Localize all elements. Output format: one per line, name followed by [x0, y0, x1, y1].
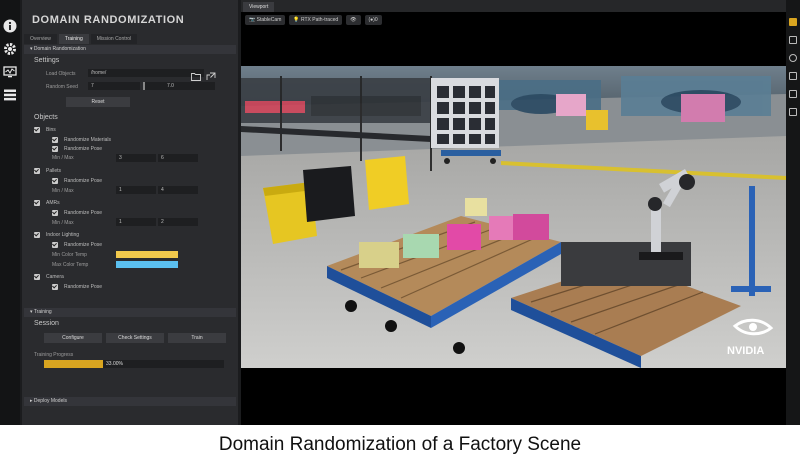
pallets-randomize-pose-label: Randomize Pose: [64, 178, 103, 184]
min-color-temp-label: Min Color Temp: [52, 252, 87, 258]
move-tool-icon[interactable]: [789, 36, 797, 44]
indoor-lighting-label: Indoor Lighting: [46, 232, 80, 238]
amrs-randomize-pose-checkbox[interactable]: [52, 210, 58, 216]
magnet-tool-icon[interactable]: [789, 108, 797, 116]
yellow-bin-right: [365, 156, 409, 210]
bins-minmax-label: Min / Max: [52, 155, 74, 161]
pallets-min-input[interactable]: 1: [116, 186, 156, 194]
training-section-label: Training: [33, 309, 52, 315]
bins-checkbox[interactable]: [34, 127, 40, 133]
gear-icon[interactable]: [2, 41, 18, 57]
pallets-randomize-pose-checkbox[interactable]: [52, 178, 58, 184]
section-header-domain-randomization[interactable]: ▾ Domain Randomization: [24, 45, 236, 54]
pallets-label: Pallets: [46, 168, 62, 174]
bins-min-input[interactable]: 3: [116, 154, 156, 162]
random-seed-slider[interactable]: 7.0: [143, 82, 215, 90]
min-color-temp-swatch[interactable]: [116, 251, 178, 258]
tab-mission-control[interactable]: Mission Control: [90, 34, 138, 44]
check-settings-button[interactable]: Check Settings: [106, 333, 164, 343]
random-seed-label: Random Seed: [46, 84, 78, 90]
section-header-training[interactable]: ▾ Training: [24, 308, 236, 317]
info-icon[interactable]: [2, 18, 18, 34]
camera-randomize-pose-label: Randomize Pose: [64, 284, 103, 290]
app-screenshot: DOMAIN RANDOMIZATION Overview Training M…: [0, 0, 800, 425]
render-mode-label: RTX Path-traced: [300, 17, 339, 23]
monitor-icon[interactable]: [2, 64, 18, 80]
training-progress-text: 33.00%: [106, 361, 123, 367]
amrs-min-input[interactable]: 1: [116, 218, 156, 226]
rotate-tool-icon[interactable]: [789, 54, 797, 62]
pallets-checkbox[interactable]: [34, 168, 40, 174]
load-objects-input[interactable]: /home/: [88, 69, 204, 77]
pallets-minmax-label: Min / Max: [52, 188, 74, 194]
lighting-randomize-pose-label: Randomize Pose: [64, 242, 103, 248]
camera-randomize-pose-checkbox[interactable]: [52, 284, 58, 290]
amrs-max-input[interactable]: 2: [158, 218, 198, 226]
audio-toggle[interactable]: (●)0: [364, 15, 382, 25]
bins-label: Bins: [46, 127, 56, 133]
amrs-randomize-pose-label: Randomize Pose: [64, 210, 103, 216]
max-color-temp-label: Max Color Temp: [52, 262, 89, 268]
black-bin: [303, 166, 355, 222]
list-icon[interactable]: [2, 87, 18, 103]
panel-tabs: Overview Training Mission Control: [24, 34, 138, 44]
random-seed-input[interactable]: 7: [88, 82, 140, 90]
open-external-icon[interactable]: [206, 68, 216, 80]
eye-icon: 👁: [350, 17, 357, 23]
deploy-section-label: Deploy Models: [33, 398, 67, 404]
bins-randomize-pose-label: Randomize Pose: [64, 146, 103, 152]
training-progress-label: Training Progress: [34, 352, 74, 358]
scale-tool-icon[interactable]: [789, 72, 797, 80]
bins-randomize-materials-label: Randomize Materials: [64, 137, 111, 143]
factory-scene-render[interactable]: NVIDIA: [241, 66, 786, 368]
right-tool-rail: [786, 0, 800, 425]
train-button[interactable]: Train: [168, 333, 226, 343]
camera-label: Camera: [46, 274, 64, 280]
folder-icon[interactable]: [191, 68, 201, 81]
pallets-max-input[interactable]: 4: [158, 186, 198, 194]
random-seed-slider-value: 7.0: [167, 83, 174, 89]
tab-overview[interactable]: Overview: [24, 34, 57, 44]
eye-toggle[interactable]: 👁: [346, 15, 361, 25]
objects-heading: Objects: [34, 114, 58, 121]
section-label: Domain Randomization: [33, 46, 86, 52]
storage-rack: [431, 78, 501, 164]
load-objects-label: Load Objects: [46, 71, 76, 77]
indoor-lighting-checkbox[interactable]: [34, 232, 40, 238]
configure-button[interactable]: Configure: [44, 333, 102, 343]
reset-button[interactable]: Reset: [66, 97, 130, 107]
bins-max-input[interactable]: 6: [158, 154, 198, 162]
section-header-deploy-models[interactable]: ▸ Deploy Models: [24, 397, 236, 406]
amrs-label: AMRs: [46, 200, 60, 206]
viewport-toolbar: 📷 StableCam 💡 RTX Path-traced 👁 (●)0: [241, 12, 786, 28]
panel-title: DOMAIN RANDOMIZATION: [32, 14, 185, 26]
bins-randomize-materials-checkbox[interactable]: [52, 137, 58, 143]
viewport-tab[interactable]: Viewport: [243, 2, 275, 12]
session-heading: Session: [34, 320, 59, 327]
bins-randomize-pose-checkbox[interactable]: [52, 146, 58, 152]
image-caption: Domain Randomization of a Factory Scene: [218, 434, 582, 455]
amrs-minmax-label: Min / Max: [52, 220, 74, 226]
training-progress-bar: 33.00%: [44, 360, 224, 368]
icon-rail: [0, 0, 20, 425]
select-tool-icon[interactable]: [789, 18, 797, 26]
snap-tool-icon[interactable]: [789, 90, 797, 98]
viewport-window: Viewport 📷 StableCam 💡 RTX Path-traced 👁…: [241, 0, 786, 425]
lighting-randomize-pose-checkbox[interactable]: [52, 242, 58, 248]
camera-checkbox[interactable]: [34, 274, 40, 280]
camera-selector-label: StableCam: [256, 17, 282, 23]
nvidia-wordmark: NVIDIA: [727, 345, 764, 357]
tab-training[interactable]: Training: [58, 34, 89, 44]
domain-randomization-panel: DOMAIN RANDOMIZATION Overview Training M…: [22, 0, 238, 425]
max-color-temp-swatch[interactable]: [116, 261, 178, 268]
camera-selector[interactable]: 📷 StableCam: [245, 15, 286, 25]
viewport-tab-bar: Viewport: [241, 0, 786, 12]
settings-heading: Settings: [34, 57, 60, 64]
render-mode-selector[interactable]: 💡 RTX Path-traced: [289, 15, 343, 25]
training-progress-fill: [44, 360, 104, 368]
slider-handle[interactable]: [143, 82, 145, 90]
amrs-checkbox[interactable]: [34, 200, 40, 206]
